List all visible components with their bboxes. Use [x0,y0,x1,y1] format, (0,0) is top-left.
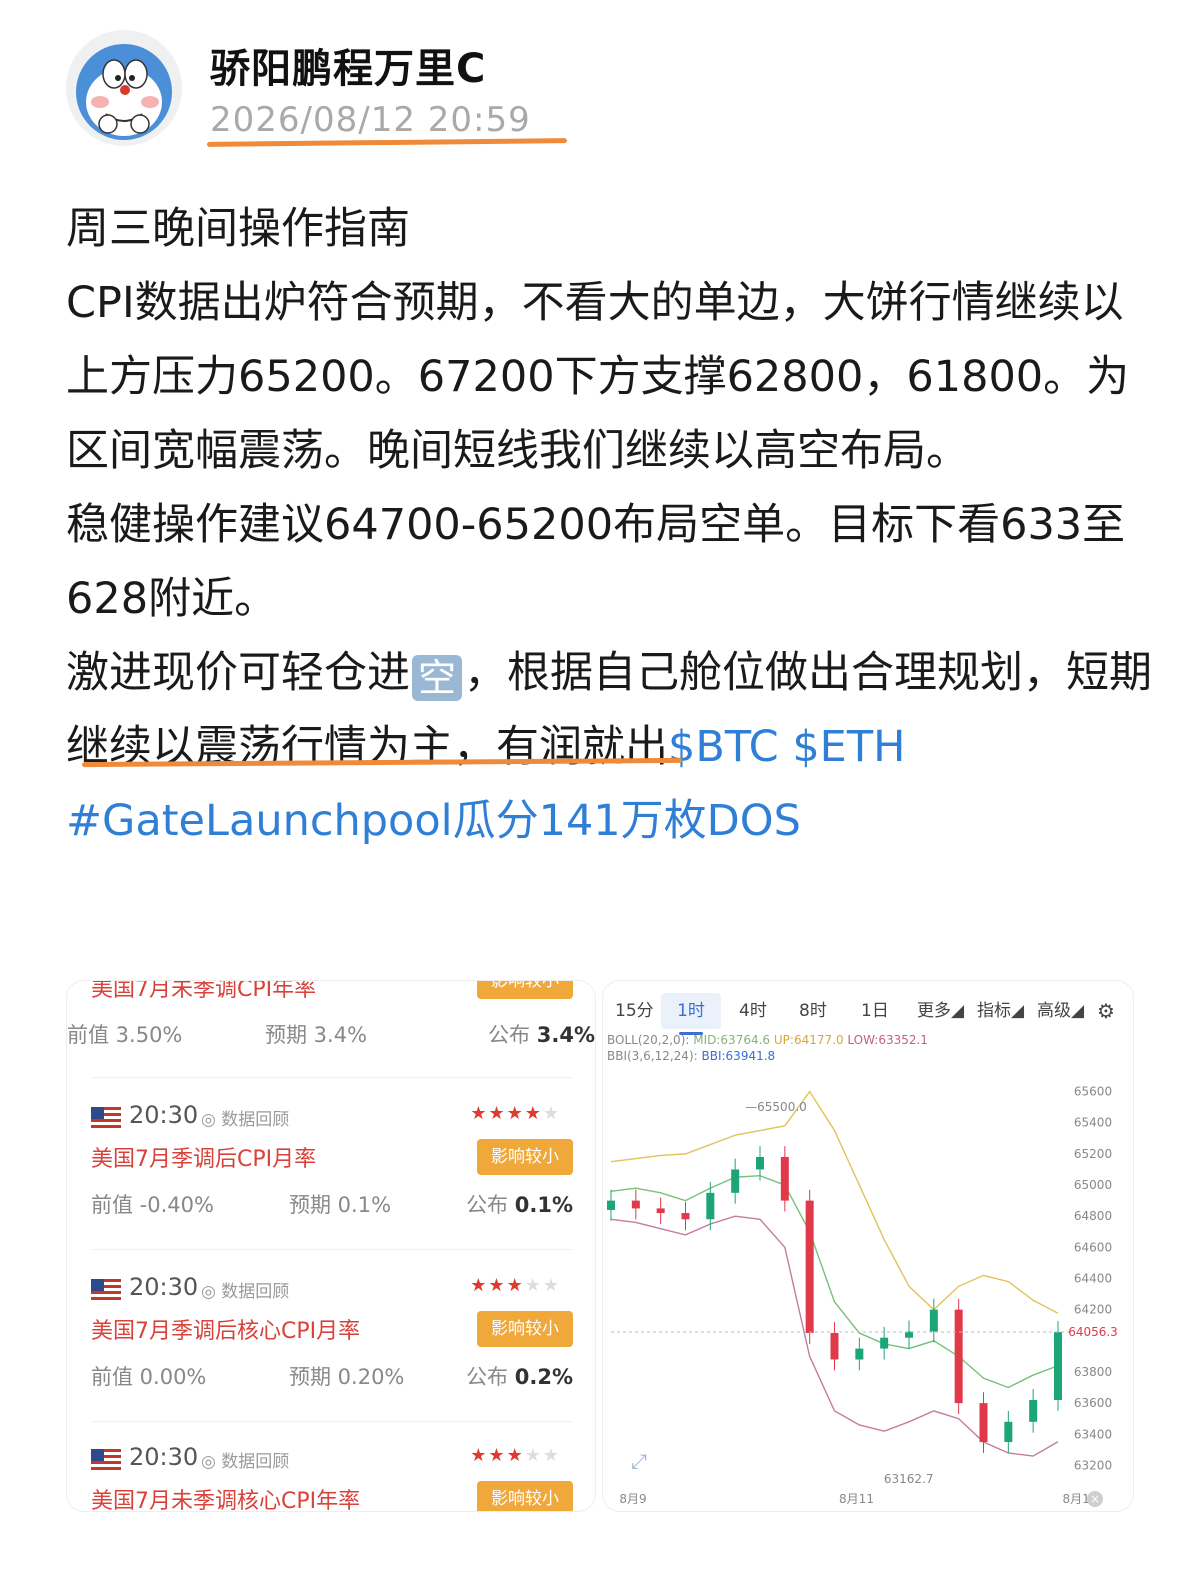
doraemon-avatar-icon [76,44,172,140]
event-time: 20:30 [129,1101,199,1129]
candle-body [1004,1421,1013,1443]
close-icon[interactable]: × [1087,1491,1103,1507]
low-label: 63162.7 [884,1472,934,1486]
y-tick-label: 65600 [1074,1085,1112,1099]
divider [91,1249,573,1250]
candle-body [607,1200,615,1210]
event-header: 20:30 ◎ 数据回顾 ★★★★★ [91,1443,573,1483]
series-line-up [610,1090,1059,1314]
candle-body [656,1208,665,1214]
us-flag-icon [91,1279,121,1301]
y-tick-label: 64400 [1074,1272,1112,1286]
y-tick-label: 65200 [1074,1147,1112,1161]
event-header: 20:30 ◎ 数据回顾 ★★★★★ [91,1101,573,1141]
candle-body [1029,1400,1038,1422]
candle-body [1054,1332,1062,1400]
kong-emoji-icon: 空 [412,655,462,701]
kline-chart-card[interactable]: 15分 1时 4时 8时 1日 更多◢ 指标◢ 高级◢ ⚙ BOLL(20,2,… [602,980,1134,1512]
event-time: 20:30 [129,1443,199,1471]
y-tick-label: 65000 [1074,1178,1112,1192]
y-tick-label: 63800 [1074,1365,1112,1379]
candle-body [731,1169,740,1193]
event-title: 美国7月未季调CPI年率 [91,980,317,1002]
event-values: 前值 -0.40% 预期 0.1% 公布 0.1% [91,1189,573,1219]
y-tick-label: 63400 [1074,1427,1112,1441]
prev-value: 前值 3.50% [67,1023,183,1047]
tag-eth-link[interactable]: $ETH [792,722,905,772]
candle-body [756,1157,764,1170]
calendar-event-partial[interactable]: 美国7月未季调CPI年率 影响较小 [91,980,573,1009]
candle-body [830,1333,839,1360]
author-name[interactable]: 骄阳鹏程万里C [210,36,486,94]
calendar-event[interactable]: 20:30 ◎ 数据回顾 ★★★★★ 美国7月未季调核心CPI年率 影响较小 [91,1443,573,1512]
divider [91,1077,573,1078]
candle-body [979,1403,988,1443]
event-title: 美国7月季调后CPI月率 [91,1147,317,1172]
prev-value: 前值 0.00% [91,1365,207,1389]
candle-body [780,1157,789,1201]
x-tick-label: 8月11 [839,1492,874,1506]
post-title: 周三晚间操作指南 [66,204,410,254]
post-paragraph-last: 激进现价可轻仓进空，根据自己舱位做出合理规划，短期继续以震荡行情为主，有润就出$… [66,636,1156,858]
candle-body [954,1309,963,1404]
event-header: 20:30 ◎ 数据回顾 ★★★★★ [91,1273,573,1313]
impact-badge: 影响较小 [477,981,573,999]
actual-value: 公布 0.2% [466,1365,573,1389]
data-replay-link[interactable]: ◎ 数据回顾 [201,1105,289,1130]
aggressive-text: 激进现价可轻仓进 [66,648,410,698]
event-title: 美国7月季调后核心CPI月率 [91,1319,361,1344]
calendar-event[interactable]: 20:30 ◎ 数据回顾 ★★★★★ 美国7月季调后核心CPI月率 影响较小 前… [91,1273,573,1413]
event-values: 前值 3.50% 预期 3.4% 公布 3.4% [67,1019,595,1049]
actual-value: 公布 0.1% [466,1193,573,1217]
y-tick-label: 63200 [1074,1458,1112,1472]
impact-badge: 影响较小 [477,1481,573,1511]
importance-stars: ★★★★★ [470,1275,561,1296]
forecast-value: 预期 0.20% [289,1365,405,1389]
expand-icon[interactable]: ⤢ [631,1449,647,1473]
data-replay-link[interactable]: ◎ 数据回顾 [201,1277,289,1302]
forecast-value: 预期 0.1% [289,1193,392,1217]
tag-gatelaunchpool-link[interactable]: #GateLaunchpool瓜分141万枚DOS [66,796,801,846]
divider [91,1421,573,1422]
tag-btc-link[interactable]: $BTC [668,722,779,772]
forecast-value: 预期 3.4% [265,1023,368,1047]
us-flag-icon [91,1107,121,1129]
y-tick-label: 63600 [1074,1396,1112,1410]
impact-badge: 影响较小 [477,1311,573,1347]
kline-plot[interactable]: 65600 65400 65200 65000 64800 64600 64400 64200… [603,981,1133,1511]
prev-value: 前值 -0.40% [91,1193,214,1217]
y-tick-label: 64800 [1074,1209,1112,1223]
y-tick-label: 65400 [1074,1116,1112,1130]
candle-body [706,1192,715,1220]
us-flag-icon [91,1449,121,1471]
candle-body [929,1309,938,1332]
impact-badge: 影响较小 [477,1139,573,1175]
event-title: 美国7月未季调核心CPI年率 [91,1489,361,1512]
data-replay-link[interactable]: ◎ 数据回顾 [201,1447,289,1472]
economic-calendar-card[interactable]: 美国7月未季调CPI年率 影响较小 前值 3.50% 预期 3.4% 公布 3.… [66,980,596,1512]
actual-value: 公布 3.4% [488,1023,595,1047]
post-paragraph: CPI数据出炉符合预期，不看大的单边，大饼行情继续以上方压力65200。6720… [66,278,1130,476]
y-tick-label: 64200 [1074,1303,1112,1317]
candle-body [855,1348,864,1360]
x-tick-label: 8月9 [619,1492,646,1506]
post-timestamp: 2026/08/12 20:59 [210,100,531,140]
importance-stars: ★★★★★ [470,1445,561,1466]
last-price-label: 64056.3 [1068,1325,1118,1339]
high-label: —65500.0 [745,1100,807,1114]
candle-body [631,1200,640,1209]
avatar[interactable] [66,30,182,146]
candle-body [681,1213,690,1220]
calendar-event[interactable]: 20:30 ◎ 数据回顾 ★★★★★ 美国7月季调后CPI月率 影响较小 前值 … [91,1101,573,1241]
event-time: 20:30 [129,1273,199,1301]
y-tick-label: 64600 [1074,1240,1112,1254]
candle-body [880,1337,889,1349]
importance-stars: ★★★★★ [470,1103,561,1124]
candle-body [805,1200,814,1334]
event-values: 前值 0.00% 预期 0.20% 公布 0.2% [91,1361,573,1391]
post-paragraph: 稳健操作建议64700-65200布局空单。目标下看633至628附近。 [66,500,1126,624]
